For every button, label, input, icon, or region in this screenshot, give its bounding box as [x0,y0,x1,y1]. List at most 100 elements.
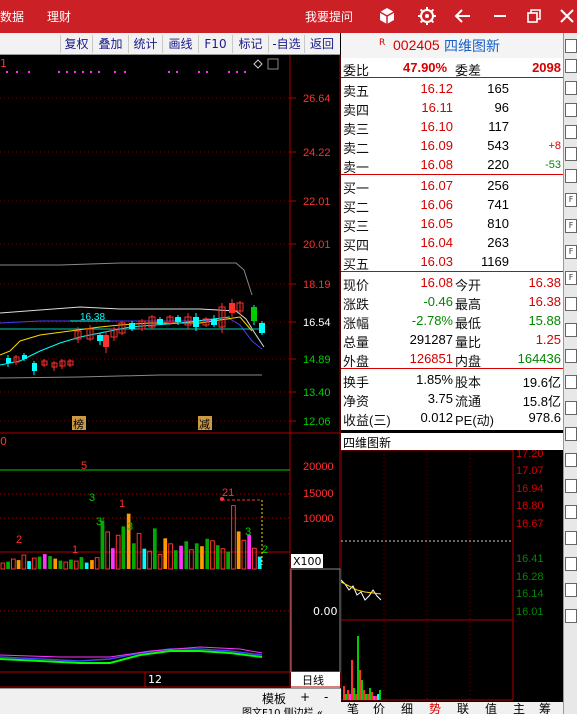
intraday-price-tick: 16.01 [516,606,544,618]
draw-line-button[interactable]: 画线 [162,35,198,53]
sidebar-icon[interactable] [565,169,577,183]
quote-header: R 002405 四维图新 [341,33,563,58]
volume-bar [173,550,178,569]
committee-ratio: 47.90% [403,60,448,75]
volume-bar [79,557,84,569]
sidebar-icon[interactable] [565,125,577,139]
volume-bar [111,548,115,569]
tab-main[interactable]: 主 [513,700,525,714]
volume-bar [31,557,37,570]
sidebar-icon[interactable] [565,609,577,623]
close-icon[interactable] [557,6,577,26]
sidebar-icon[interactable] [565,39,577,53]
ask-row: 卖二 16.09 543 +8 [343,138,561,156]
volume-bar [168,543,173,570]
sidebar-icon[interactable] [565,147,577,161]
minimize-icon[interactable] [490,6,510,26]
volume-bar [63,561,69,570]
chart-toolbar: 复权 叠加 统计 画线 F10 标记 -自选 返回 [0,33,340,55]
menu-data[interactable]: 数据 [0,8,24,25]
volume-bar [200,546,204,569]
volume-bar [136,532,142,570]
overlay-button[interactable]: 叠加 [92,35,128,53]
fundamentals-row: 换手 1.85% 股本 19.6亿 [343,372,561,390]
price-tick: 16.54 [303,317,331,329]
stats-button[interactable]: 统计 [128,35,162,53]
mark-button[interactable]: 标记 [232,35,268,53]
volume-bar [0,562,6,570]
fundamentals-row: 收益(三) 0.012 PE(动) 978.6 [343,410,561,428]
volume-bar [241,539,247,570]
r-badge: R [379,38,386,48]
minus-button[interactable]: - [324,690,328,704]
sidebar-icon[interactable] [565,427,577,441]
sidebar-icon[interactable] [565,479,577,493]
count-label: 21 [222,487,234,499]
macd-zero-label: 0.00 [313,605,338,618]
ask-row: 卖四 16.11 96 [343,100,509,118]
intraday-price-tick: 17.20 [516,450,544,460]
volume-bar [252,547,257,570]
marker-label-reduce: 减 [199,418,210,431]
volume-tick: 15000 [303,488,334,500]
tab-ticks[interactable]: 笔 [347,700,359,714]
sidebar-icon[interactable] [565,531,577,545]
sidebar-icon-f[interactable]: F [565,245,577,259]
bottom-bar: 模板 + - 图文F10 侧边栏 « [0,688,341,714]
remove-watchlist-button[interactable]: -自选 [268,35,304,53]
volume-bar [73,560,79,570]
price-axis-ticks [290,97,296,422]
tab-link[interactable]: 联 [457,700,469,714]
sidebar-icon[interactable] [565,103,577,117]
back-arrow-icon[interactable] [453,6,473,26]
intraday-price-tick: 16.28 [516,571,544,583]
return-button[interactable]: 返回 [304,35,339,53]
intraday-volume-tick: 18982 [516,646,547,658]
cube-icon[interactable] [377,6,397,26]
sidebar-icon-f[interactable]: F [565,271,577,285]
sidebar-icon[interactable] [565,557,577,571]
ask-question-link[interactable]: 我要提问 [305,8,353,25]
sidebar-icon[interactable] [565,583,577,597]
sidebar-icon[interactable] [565,401,577,415]
intraday-chart[interactable]: 17.20 17.07 16.94 16.80 16.67 16.54 16.4… [341,450,563,704]
kline-chart-area[interactable]: 16.38 1 榜 减 26.64 24.22 22.01 20.01 18.1… [0,55,341,714]
tab-price[interactable]: 价 [373,700,385,714]
stats-row: 现价 16.08 今开 16.38 [343,275,561,293]
volume-bar [194,543,199,569]
stats-row: 涨跌 -0.46 最高 16.38 [343,294,561,312]
price-tick: 24.22 [303,147,331,159]
plus-button[interactable]: + [300,690,310,704]
restore-icon[interactable] [524,6,544,26]
volume-bar [247,534,251,569]
count-label: 3' [96,516,104,528]
tab-detail[interactable]: 细 [401,700,413,714]
volume-bar [58,560,63,569]
committee-ratio-label: 委比 [343,63,370,78]
sidebar-icon-f[interactable]: F [565,193,577,207]
quote-panel: 委比 47.90% 委差 2098 卖五 16.12 165 卖四 16.11 96 卖… [341,58,563,430]
sidebar-icon[interactable] [565,59,577,73]
sidebar-icon[interactable] [565,81,577,95]
gear-icon[interactable] [417,6,437,26]
tab-trend[interactable]: 势 [429,700,441,714]
sidebar-icon[interactable] [565,375,577,389]
tab-chips[interactable]: 筹 [539,700,551,714]
period-label[interactable]: 日线 [302,673,324,687]
adjust-button[interactable]: 复权 [60,35,92,53]
menu-finance[interactable]: 理财 [47,8,71,25]
sidebar-icon[interactable] [565,297,577,311]
sidebar-icon[interactable] [565,505,577,519]
f10-sidebar-tab[interactable]: 图文F10 侧边栏 « [242,704,323,714]
sidebar-icon[interactable] [565,453,577,467]
sidebar-icon-f[interactable]: F [565,219,577,233]
f10-button[interactable]: F10 [198,35,232,53]
lower-band-line [0,374,262,379]
volume-bar [163,538,168,569]
price-tick: 26.64 [303,93,331,105]
bid-row: 买二 16.06 741 [343,197,509,215]
sidebar-icon[interactable] [565,349,577,363]
sidebar-icon[interactable] [565,323,577,337]
volume-bar [121,526,126,569]
tab-value[interactable]: 值 [485,700,497,714]
